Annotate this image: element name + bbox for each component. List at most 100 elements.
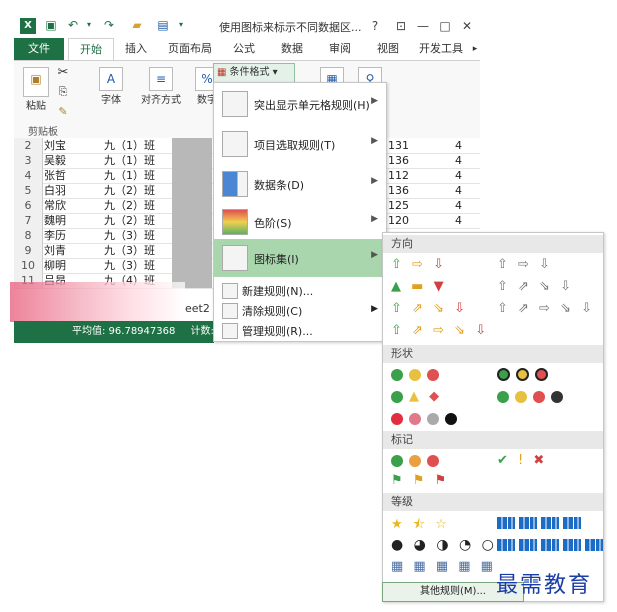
close-button[interactable]: ✕ bbox=[458, 17, 476, 35]
count-cell[interactable]: 4 bbox=[442, 198, 462, 213]
value-cell[interactable]: 125 bbox=[388, 198, 428, 213]
count-cell[interactable]: 4 bbox=[442, 183, 462, 198]
tab-developer[interactable]: 开发工具 bbox=[414, 38, 468, 60]
menu-clear-rules[interactable]: 清除规则(C) ▶ bbox=[214, 301, 386, 319]
icon-set-3-flags[interactable]: ⚑ ⚑ ⚑ bbox=[391, 473, 449, 488]
value-cell[interactable]: 136 bbox=[388, 183, 428, 198]
icon-set-4-ratings[interactable] bbox=[497, 515, 585, 530]
name-cell[interactable]: 魏明 bbox=[44, 213, 102, 228]
tab-data[interactable]: 数据 bbox=[272, 38, 312, 60]
redo-icon[interactable]: ↷ bbox=[102, 18, 116, 32]
icon-set-3-arrows-colored[interactable]: ⇧ ⇨ ⇩ bbox=[391, 257, 447, 272]
icon-set-4-arrows-gray[interactable]: ⇧ ⇗ ⇘ ⇩ bbox=[497, 279, 574, 294]
menu-new-rule[interactable]: 新建规则(N)... bbox=[214, 281, 386, 299]
count-cell[interactable]: 4 bbox=[442, 168, 462, 183]
row-number[interactable]: 7 bbox=[14, 213, 43, 228]
row-number[interactable]: 10 bbox=[14, 258, 43, 273]
name-cell[interactable]: 吴毅 bbox=[44, 153, 102, 168]
class-cell[interactable]: 九（1）班 bbox=[104, 138, 170, 153]
sheet-tab[interactable]: eet2 bbox=[185, 302, 213, 320]
count-cell[interactable]: 4 bbox=[442, 153, 462, 168]
menu-color-scales[interactable]: 色阶(S) ▶ bbox=[214, 203, 386, 241]
minimize-button[interactable]: — bbox=[414, 17, 432, 35]
tab-review[interactable]: 审阅 bbox=[320, 38, 360, 60]
tab-view[interactable]: 视图 bbox=[368, 38, 408, 60]
icon-set-3-symbols[interactable]: ✔ ! ✖ bbox=[497, 453, 547, 468]
class-cell[interactable]: 九（3）班 bbox=[104, 228, 170, 243]
font-button[interactable]: A 字体 bbox=[94, 67, 128, 106]
save-icon[interactable]: ▣ bbox=[44, 18, 58, 32]
icon-set-4-arrows-colored[interactable]: ⇧ ⇗ ⇘ ⇩ bbox=[391, 301, 468, 316]
icon-set-3-triangles[interactable]: ▲ ▬ ▼ bbox=[391, 279, 447, 294]
icon-set-3-traffic-lights[interactable] bbox=[391, 367, 445, 382]
icon-set-5-ratings[interactable] bbox=[497, 537, 607, 552]
score-cell[interactable] bbox=[172, 183, 212, 198]
name-cell[interactable]: 刘青 bbox=[44, 243, 102, 258]
cut-icon[interactable]: ✂ bbox=[54, 65, 72, 80]
undo-icon[interactable]: ↶ bbox=[66, 18, 80, 32]
tab-page-layout[interactable]: 页面布局 bbox=[162, 38, 218, 60]
class-cell[interactable]: 九（1）班 bbox=[104, 168, 170, 183]
score-cell[interactable] bbox=[172, 168, 212, 183]
icon-set-5-quarters[interactable]: ● ◕ ◑ ◔ ○ bbox=[391, 537, 497, 553]
name-cell[interactable]: 常欣 bbox=[44, 198, 102, 213]
undo-dropdown-icon[interactable]: ▾ bbox=[82, 18, 96, 32]
score-cell[interactable] bbox=[172, 153, 212, 168]
name-cell[interactable]: 李历 bbox=[44, 228, 102, 243]
name-cell[interactable]: 刘宝 bbox=[44, 138, 102, 153]
count-cell[interactable]: 4 bbox=[442, 138, 462, 153]
score-cell[interactable] bbox=[172, 138, 212, 153]
class-cell[interactable]: 九（1）班 bbox=[104, 153, 170, 168]
count-cell[interactable]: 4 bbox=[442, 213, 462, 228]
open-folder-icon[interactable]: ▰ bbox=[130, 18, 144, 32]
icon-set-3-signs[interactable]: ▲ ◆ bbox=[391, 389, 442, 404]
class-cell[interactable]: 九（2）班 bbox=[104, 213, 170, 228]
copy-icon[interactable]: ⎘ bbox=[54, 85, 72, 99]
ribbon-display-button[interactable]: ⊡ bbox=[392, 17, 410, 35]
format-painter-icon[interactable]: ✎ bbox=[54, 105, 72, 118]
icon-set-3-symbols-circled[interactable] bbox=[391, 453, 445, 468]
tab-file[interactable]: 文件 bbox=[14, 38, 64, 60]
class-cell[interactable]: 九（2）班 bbox=[104, 183, 170, 198]
alignment-button[interactable]: ≡ 对齐方式 bbox=[134, 67, 188, 106]
print-preview-icon[interactable]: ▤ bbox=[156, 18, 170, 32]
maximize-button[interactable]: □ bbox=[436, 17, 454, 35]
icon-set-5-arrows-gray[interactable]: ⇧ ⇗ ⇨ ⇘ ⇩ bbox=[497, 301, 595, 316]
tab-formulas[interactable]: 公式 bbox=[224, 38, 264, 60]
icon-set-3-stars[interactable]: ★ ⯪ ☆ bbox=[391, 515, 450, 537]
help-button[interactable]: ? bbox=[366, 17, 384, 35]
name-cell[interactable]: 张哲 bbox=[44, 168, 102, 183]
conditional-format-button[interactable]: ▦ 条件格式 ▾ bbox=[213, 63, 295, 83]
value-cell[interactable]: 136 bbox=[388, 153, 428, 168]
name-cell[interactable]: 柳明 bbox=[44, 258, 102, 273]
menu-data-bars[interactable]: 数据条(D) ▶ bbox=[214, 165, 386, 203]
icon-set-4-traffic-lights[interactable] bbox=[497, 389, 569, 404]
menu-highlight-cells-rules[interactable]: 突出显示单元格规则(H) ▶ bbox=[214, 85, 386, 123]
row-number[interactable]: 3 bbox=[14, 153, 43, 168]
value-cell[interactable]: 120 bbox=[388, 213, 428, 228]
class-cell[interactable]: 九（3）班 bbox=[104, 258, 170, 273]
class-cell[interactable]: 九（2）班 bbox=[104, 198, 170, 213]
tab-home[interactable]: 开始 bbox=[68, 38, 114, 61]
icon-set-3-arrows-gray[interactable]: ⇧ ⇨ ⇩ bbox=[497, 257, 553, 272]
tab-insert[interactable]: 插入 bbox=[116, 38, 156, 60]
value-cell[interactable]: 112 bbox=[388, 168, 428, 183]
score-cell[interactable] bbox=[172, 243, 212, 258]
paste-button[interactable]: ▣ 粘贴 bbox=[20, 67, 52, 112]
row-number[interactable]: 6 bbox=[14, 198, 43, 213]
icon-set-3-traffic-lights-rimmed[interactable] bbox=[497, 367, 554, 382]
icon-set-4-red-to-black[interactable] bbox=[391, 411, 463, 426]
icon-set-5-boxes[interactable]: ▦ ▦ ▦ ▦ ▦ bbox=[391, 559, 496, 574]
row-number[interactable]: 9 bbox=[14, 243, 43, 258]
row-number[interactable]: 4 bbox=[14, 168, 43, 183]
icon-set-5-arrows-colored[interactable]: ⇧ ⇗ ⇨ ⇘ ⇩ bbox=[391, 323, 489, 338]
score-cell[interactable] bbox=[172, 213, 212, 228]
menu-icon-sets[interactable]: 图标集(I) ▶ bbox=[214, 239, 386, 277]
tabs-scroll-right-icon[interactable]: ▸ bbox=[470, 38, 480, 60]
menu-manage-rules[interactable]: 管理规则(R)... bbox=[214, 321, 386, 339]
row-number[interactable]: 5 bbox=[14, 183, 43, 198]
name-cell[interactable]: 白羽 bbox=[44, 183, 102, 198]
customize-quick-access-icon[interactable]: ▾ bbox=[174, 18, 188, 32]
score-cell[interactable] bbox=[172, 198, 212, 213]
class-cell[interactable]: 九（3）班 bbox=[104, 243, 170, 258]
